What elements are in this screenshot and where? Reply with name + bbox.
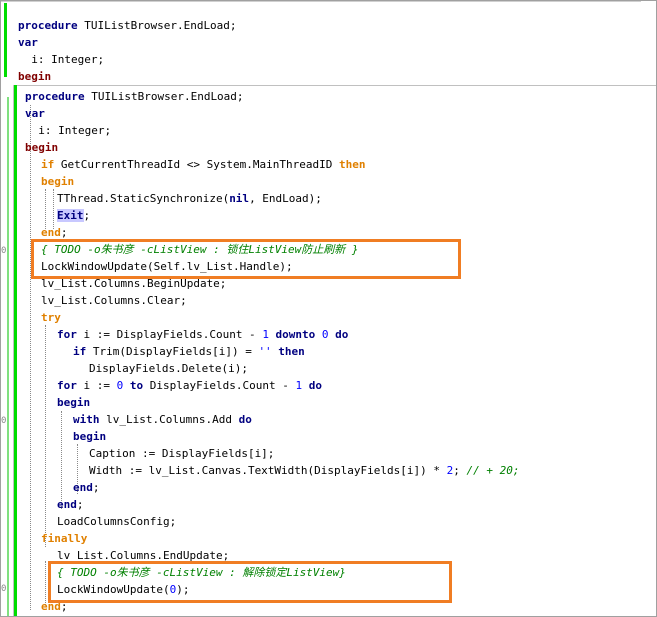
code-line-5[interactable]: if GetCurrentThreadId <> System.MainThre… bbox=[41, 156, 366, 173]
code-line-26[interactable]: LoadColumnsConfig; bbox=[57, 513, 176, 530]
keyword: end bbox=[57, 498, 77, 511]
code-line-27[interactable]: finally bbox=[41, 530, 87, 547]
keyword: if bbox=[41, 158, 55, 171]
indent-guide bbox=[61, 411, 62, 509]
indent-guide bbox=[45, 325, 46, 547]
keyword: do bbox=[302, 379, 322, 392]
back-code-line-4: begin bbox=[18, 68, 51, 85]
keyword: end bbox=[73, 481, 93, 494]
gutter-change-bar bbox=[14, 85, 17, 616]
code-line-14[interactable]: try bbox=[41, 309, 61, 326]
gutter-change-bar-outer bbox=[7, 97, 9, 616]
code-line-16[interactable]: if Trim(DisplayFields[i]) = '' then bbox=[73, 343, 305, 360]
code-line-23[interactable]: Width := lv_List.Canvas.TextWidth(Displa… bbox=[89, 462, 519, 479]
code-text: , EndLoad); bbox=[249, 192, 322, 205]
line-comment: // + 20; bbox=[466, 464, 520, 477]
code-line-7[interactable]: TThread.StaticSynchronize(nil, EndLoad); bbox=[57, 190, 322, 207]
keyword: do bbox=[238, 413, 252, 426]
keyword: begin bbox=[57, 396, 91, 409]
keyword: if bbox=[73, 345, 87, 358]
indent-guide bbox=[53, 189, 54, 229]
code-text: lv_List.Columns.Add bbox=[99, 413, 239, 426]
keyword: do bbox=[328, 328, 349, 341]
back-code-line-1: procedure TUIListBrowser.EndLoad; bbox=[18, 17, 237, 34]
keyword: for bbox=[57, 328, 77, 341]
code-line-24[interactable]: end; bbox=[73, 479, 100, 496]
code-line-1[interactable]: procedure TUIListBrowser.EndLoad; bbox=[25, 88, 244, 105]
code-text: Caption := DisplayFields[i]; bbox=[89, 447, 275, 460]
code-text: ; bbox=[92, 481, 100, 494]
code-line-6[interactable]: begin bbox=[41, 173, 74, 190]
keyword: for bbox=[57, 379, 77, 392]
code-text: DisplayFields.Count - bbox=[143, 379, 296, 392]
keyword: downto bbox=[268, 328, 322, 341]
unlock-window-update-callout bbox=[48, 561, 452, 603]
keyword: var bbox=[25, 107, 45, 120]
code-line-3[interactable]: i: Integer; bbox=[25, 122, 111, 139]
keyword: then bbox=[339, 158, 366, 171]
keyword: end bbox=[41, 226, 61, 239]
code-line-21[interactable]: begin bbox=[73, 428, 106, 445]
indent-guide bbox=[30, 105, 31, 610]
keyword: finally bbox=[41, 532, 88, 545]
code-line-18[interactable]: for i := 0 to DisplayFields.Count - 1 do bbox=[57, 377, 322, 394]
keyword: with bbox=[73, 413, 100, 426]
code-line-13[interactable]: lv_List.Columns.Clear; bbox=[41, 292, 187, 309]
gutter-line-marker: 0 bbox=[1, 584, 7, 594]
code-text: Width := lv_List.Canvas.TextWidth(Displa… bbox=[89, 464, 447, 477]
indent-guide bbox=[45, 189, 46, 229]
code-text: TUIListBrowser.EndLoad; bbox=[77, 19, 237, 32]
code-text: Trim(DisplayFields[i]) = bbox=[86, 345, 259, 358]
keyword: nil bbox=[229, 192, 250, 205]
code-line-22[interactable]: Caption := DisplayFields[i]; bbox=[89, 445, 274, 462]
code-line-25[interactable]: end; bbox=[57, 496, 84, 513]
code-text: i: Integer; bbox=[18, 53, 105, 66]
code-text: TThread.StaticSynchronize( bbox=[57, 192, 230, 205]
lock-window-update-callout bbox=[31, 239, 461, 279]
keyword: then bbox=[271, 345, 305, 358]
number-literal: 1 bbox=[262, 328, 269, 341]
gutter-line-marker: 0 bbox=[1, 246, 7, 256]
code-text: LoadColumnsConfig; bbox=[57, 515, 177, 528]
code-line-19[interactable]: begin bbox=[57, 394, 90, 411]
number-literal: 0 bbox=[321, 328, 329, 341]
keyword: var bbox=[18, 36, 38, 49]
keyword: begin bbox=[25, 141, 59, 154]
code-line-20[interactable]: with lv_List.Columns.Add do bbox=[73, 411, 252, 428]
code-editor-screenshot: procedure TUIListBrowser.EndLoad; var i:… bbox=[0, 0, 657, 617]
back-code-line-2: var bbox=[18, 34, 38, 51]
code-text: i: Integer; bbox=[25, 124, 112, 137]
code-line-4[interactable]: begin bbox=[25, 139, 58, 156]
code-text: ; bbox=[453, 464, 467, 477]
back-gutter-change-bar bbox=[4, 3, 7, 77]
keyword: begin bbox=[18, 70, 52, 83]
code-text: DisplayFields.Delete(i); bbox=[89, 362, 248, 375]
back-code-line-3: i: Integer; bbox=[18, 51, 104, 68]
keyword: procedure bbox=[25, 90, 85, 103]
code-text: lv_List.Columns.Clear; bbox=[41, 294, 187, 307]
string-literal: '' bbox=[258, 345, 272, 358]
keyword: to bbox=[123, 379, 144, 392]
code-text: ; bbox=[76, 498, 84, 511]
code-line-8[interactable]: Exit; bbox=[57, 207, 90, 224]
gutter-line-marker: 0 bbox=[1, 416, 7, 426]
code-text: i := DisplayFields.Count - bbox=[76, 328, 263, 341]
code-text: ; bbox=[60, 226, 68, 239]
back-editor-top-border bbox=[1, 1, 641, 2]
code-line-2[interactable]: var bbox=[25, 105, 45, 122]
code-text: ; bbox=[83, 209, 91, 222]
code-line-17[interactable]: DisplayFields.Delete(i); bbox=[89, 360, 248, 377]
keyword: begin bbox=[41, 175, 75, 188]
keyword: procedure bbox=[18, 19, 78, 32]
code-text: i := bbox=[76, 379, 117, 392]
code-line-15[interactable]: for i := DisplayFields.Count - 1 downto … bbox=[57, 326, 348, 343]
keyword: try bbox=[41, 311, 61, 324]
code-text: GetCurrentThreadId <> System.MainThreadI… bbox=[54, 158, 340, 171]
code-text: TUIListBrowser.EndLoad; bbox=[84, 90, 244, 103]
keyword: begin bbox=[73, 430, 107, 443]
keyword-highlighted: Exit bbox=[57, 209, 84, 222]
